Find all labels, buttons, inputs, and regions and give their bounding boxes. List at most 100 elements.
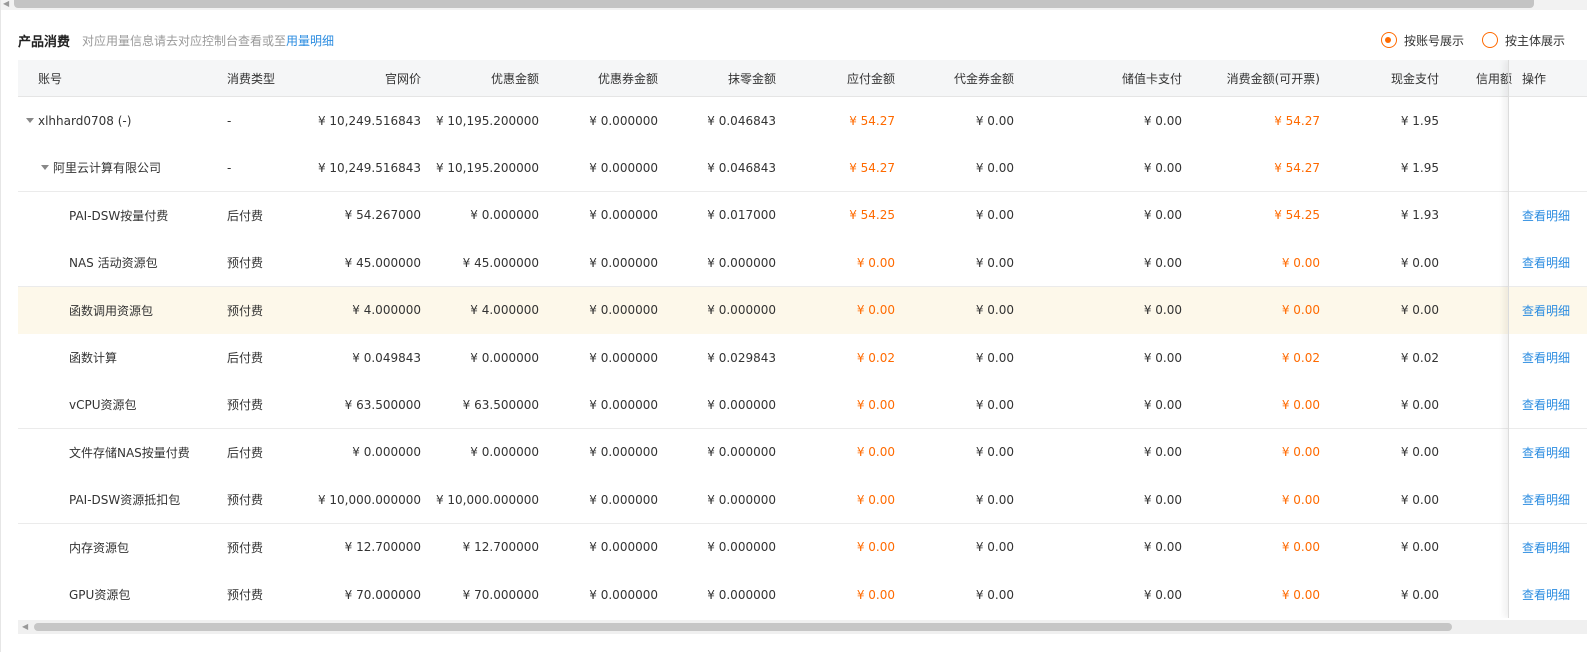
cell-coupon: ¥ 0.000000 (589, 587, 658, 602)
cell-payable: ¥ 0.00 (856, 492, 895, 507)
view-detail-link[interactable]: 查看明细 (1522, 334, 1587, 381)
section-hint: 对应用量信息请去对应控制台查看或至 (82, 33, 287, 48)
cell-account[interactable]: 阿里云计算有限公司 (41, 144, 231, 191)
cell-coupon: ¥ 0.000000 (589, 303, 658, 318)
cell-type: 预付费 (227, 493, 264, 508)
cell-list-price: ¥ 0.000000 (352, 445, 421, 460)
cell-discount: ¥ 10,195.200000 (435, 113, 539, 128)
usage-detail-link[interactable]: 用量明细 (286, 32, 334, 49)
top-scrollbar[interactable]: ◀ (0, 0, 1587, 10)
col-discount: 优惠金额 (490, 71, 539, 86)
view-mode-radio-group: 按账号展示 按主体展示 (1363, 30, 1565, 50)
bottom-scrollbar-thumb[interactable] (34, 623, 1452, 631)
cell-list-price: ¥ 54.267000 (344, 208, 421, 223)
cell-invoiceable: ¥ 0.00 (1281, 303, 1320, 318)
account-name: PAI-DSW按量付费 (69, 208, 169, 223)
cell-cash: ¥ 1.93 (1400, 208, 1439, 223)
cell-type: 预付费 (227, 303, 264, 318)
view-detail-link[interactable]: 查看明细 (1522, 429, 1587, 476)
expand-caret-icon[interactable] (26, 118, 34, 123)
radio-label: 按账号展示 (1403, 33, 1464, 48)
account-name: PAI-DSW资源抵扣包 (69, 493, 181, 508)
account-name: 函数计算 (69, 351, 118, 365)
cell-discount: ¥ 63.500000 (462, 397, 539, 412)
cell-stored-card: ¥ 0.00 (1143, 492, 1182, 507)
view-detail-link[interactable]: 查看明细 (1522, 381, 1587, 428)
account-name: NAS 活动资源包 (69, 256, 158, 271)
view-detail-link[interactable]: 查看明细 (1522, 571, 1587, 618)
table-row: 文件存储NAS按量付费 后付费 ¥ 0.000000 ¥ 0.000000 ¥ 0.00… (18, 428, 1587, 477)
view-detail-link[interactable]: 查看明细 (1522, 239, 1587, 286)
bottom-scrollbar[interactable]: ◀ (18, 620, 1587, 634)
cell-type: - (227, 113, 232, 128)
view-detail-link[interactable]: 查看明细 (1522, 476, 1587, 523)
cell-stored-card: ¥ 0.00 (1143, 113, 1182, 128)
cell-list-price: ¥ 4.000000 (352, 303, 421, 318)
cell-coupon: ¥ 0.000000 (589, 492, 658, 507)
scroll-left-arrow-icon[interactable]: ◀ (3, 0, 11, 8)
expand-caret-icon[interactable] (41, 165, 49, 171)
cell-cash: ¥ 0.00 (1400, 587, 1439, 602)
cell-voucher: ¥ 0.00 (975, 160, 1014, 175)
radio-unchecked-icon (1481, 32, 1498, 48)
cell-discount: ¥ 10,000.000000 (435, 492, 539, 507)
cell-list-price: ¥ 12.700000 (344, 540, 421, 555)
cell-payable: ¥ 0.00 (856, 540, 895, 555)
cell-rounding: ¥ 0.000000 (707, 303, 776, 318)
col-rounding: 抹零金额 (727, 71, 776, 86)
table-row: vCPU资源包 预付费 ¥ 63.500000 ¥ 63.500000 ¥ 0.0000… (18, 381, 1587, 430)
cell-type: 预付费 (227, 398, 264, 413)
cell-type: 后付费 (227, 208, 264, 223)
cell-invoiceable: ¥ 0.00 (1281, 397, 1320, 412)
cell-stored-card: ¥ 0.00 (1143, 397, 1182, 412)
table-header: 账号 消费类型 官网价 优惠金额 优惠券金额 抹零金额 应付金额 代金券金额 储… (18, 60, 1587, 97)
cell-coupon: ¥ 0.000000 (589, 113, 658, 128)
account-name: 阿里云计算有限公司 (53, 161, 162, 176)
cell-list-price: ¥ 70.000000 (344, 587, 421, 602)
col-voucher: 代金券金额 (953, 71, 1014, 86)
cell-payable: ¥ 0.00 (856, 397, 895, 412)
view-detail-link[interactable]: 查看明细 (1522, 524, 1587, 571)
cell-discount: ¥ 0.000000 (470, 445, 539, 460)
cell-voucher: ¥ 0.00 (975, 113, 1014, 128)
cell-discount: ¥ 70.000000 (462, 587, 539, 602)
cell-type: 后付费 (227, 445, 264, 460)
cell-type: - (227, 160, 232, 175)
radio-by-entity[interactable]: 按主体展示 (1481, 32, 1565, 49)
cell-coupon: ¥ 0.000000 (589, 255, 658, 270)
consumption-table: 账号 消费类型 官网价 优惠金额 优惠券金额 抹零金额 应付金额 代金券金额 储… (18, 60, 1587, 618)
view-detail-link[interactable]: 查看明细 (1522, 192, 1587, 239)
cell-cash: ¥ 0.00 (1400, 303, 1439, 318)
cell-payable: ¥ 54.27 (849, 160, 895, 175)
cell-cash: ¥ 1.95 (1400, 113, 1439, 128)
col-type: 消费类型 (227, 71, 276, 86)
view-detail-link[interactable]: 查看明细 (1522, 287, 1587, 334)
cell-invoiceable: ¥ 0.00 (1281, 540, 1320, 555)
account-name: vCPU资源包 (69, 398, 137, 413)
cell-type: 预付费 (227, 540, 264, 555)
table-row: NAS 活动资源包 预付费 ¥ 45.000000 ¥ 45.000000 ¥ 0.00… (18, 239, 1587, 288)
cell-payable: ¥ 0.00 (856, 587, 895, 602)
cell-rounding: ¥ 0.046843 (707, 113, 776, 128)
cell-invoiceable: ¥ 54.27 (1274, 113, 1320, 128)
account-name: 文件存储NAS按量付费 (69, 445, 190, 460)
col-account: 账号 (38, 71, 63, 86)
cell-account[interactable]: xlhhard0708 (-) (26, 97, 216, 144)
cell-rounding: ¥ 0.000000 (707, 255, 776, 270)
cell-payable: ¥ 0.02 (856, 350, 895, 365)
account-name: 内存资源包 (69, 540, 130, 555)
cell-rounding: ¥ 0.000000 (707, 587, 776, 602)
cell-list-price: ¥ 10,000.000000 (317, 492, 421, 507)
cell-coupon: ¥ 0.000000 (589, 208, 658, 223)
cell-cash: ¥ 0.00 (1400, 255, 1439, 270)
radio-by-account[interactable]: 按账号展示 (1380, 32, 1464, 49)
scroll-left-arrow-icon[interactable]: ◀ (22, 622, 28, 631)
cell-cash: ¥ 1.95 (1400, 160, 1439, 175)
cell-list-price: ¥ 0.049843 (352, 350, 421, 365)
col-stored-card: 储值卡支付 (1121, 71, 1182, 86)
cell-payable: ¥ 0.00 (856, 255, 895, 270)
cell-list-price: ¥ 10,249.516843 (317, 160, 421, 175)
cell-voucher: ¥ 0.00 (975, 350, 1014, 365)
top-scrollbar-thumb[interactable] (14, 0, 1534, 8)
cell-cash: ¥ 0.00 (1400, 540, 1439, 555)
